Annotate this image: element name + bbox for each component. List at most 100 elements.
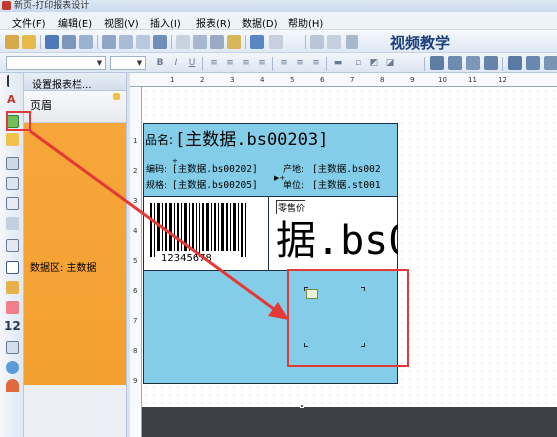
paste-icon[interactable]: [210, 35, 224, 49]
product-name-field[interactable]: [主数据.bs00203]: [175, 125, 328, 150]
window-title: 新页-打印报表设计: [14, 1, 90, 11]
line-style-icon[interactable]: ▬: [332, 57, 344, 69]
copy-icon[interactable]: [193, 35, 207, 49]
save-icon[interactable]: [45, 35, 59, 49]
menu-insert[interactable]: 插入(I): [150, 15, 181, 30]
ungroup-icon[interactable]: [327, 35, 341, 49]
band-data-area[interactable]: 数据区: 主数据: [24, 123, 126, 385]
standard-toolbar: [0, 31, 557, 53]
frame-tool-icon[interactable]: [6, 157, 19, 170]
barcode-tool-icon[interactable]: [6, 341, 19, 354]
same-height-icon[interactable]: [526, 56, 540, 70]
menu-file[interactable]: 文件(F): [12, 15, 46, 30]
justify-icon[interactable]: ≡: [256, 57, 268, 69]
band-page-header[interactable]: 页眉: [24, 91, 126, 123]
subreport-tool-icon[interactable]: [6, 197, 19, 210]
code-field[interactable]: [主数据.bs00202]: [172, 161, 258, 175]
line-tool-icon[interactable]: [6, 217, 19, 230]
band-footer-area: [24, 385, 126, 437]
new-icon[interactable]: [5, 35, 19, 49]
group-icon[interactable]: [310, 35, 324, 49]
valign-top-icon[interactable]: ≡: [278, 57, 290, 69]
menu-edit[interactable]: 编辑(E): [58, 15, 92, 30]
menu-report[interactable]: 报表(R): [196, 15, 231, 30]
toolbar-options-icon[interactable]: [346, 35, 358, 49]
border-icon[interactable]: ▫: [352, 57, 364, 69]
redo-icon[interactable]: [269, 35, 283, 49]
align-objects-left-icon[interactable]: [430, 56, 444, 70]
barcode-number: 12345678: [161, 253, 212, 264]
fill-color-icon[interactable]: ◩: [368, 57, 380, 69]
font-color-icon[interactable]: ◪: [384, 57, 396, 69]
menu-data[interactable]: 数据(D): [242, 15, 278, 30]
preview-icon[interactable]: [79, 35, 93, 49]
spec-field[interactable]: [主数据.bs00205]: [172, 177, 258, 191]
horizontal-ruler: 1 2 3 4 5 6 7 8 9 10 11 12: [130, 73, 557, 87]
underline-icon[interactable]: U: [186, 57, 198, 69]
spec-label: 规格:: [146, 181, 168, 191]
richtext-tool-icon[interactable]: [6, 239, 19, 252]
band-settings-header[interactable]: 设置报表栏...: [24, 73, 126, 91]
ruler-number: 2: [133, 167, 138, 175]
menu-bar: 文件(F) 编辑(E) 视图(V) 插入(I) 报表(R) 数据(D) 帮助(H…: [0, 12, 557, 30]
checkbox-tool-icon[interactable]: [6, 261, 19, 274]
valign-middle-icon[interactable]: ≡: [294, 57, 306, 69]
bold-icon[interactable]: B: [154, 57, 166, 69]
align-objects-center-icon[interactable]: [448, 56, 462, 70]
data-source-icon[interactable]: [136, 35, 150, 49]
page-bottom-handle[interactable]: [300, 404, 304, 408]
text-tool-icon[interactable]: A: [7, 93, 20, 106]
table-tool-icon[interactable]: [6, 177, 19, 190]
ruler-number: 8: [380, 76, 385, 84]
cut-icon[interactable]: [176, 35, 190, 49]
print-icon[interactable]: [153, 35, 167, 49]
unit-field[interactable]: [主数据.st001: [312, 177, 398, 191]
ruler-number: 4: [260, 76, 265, 84]
properties-icon[interactable]: [119, 35, 133, 49]
chevron-down-icon: ▼: [96, 59, 103, 67]
format-toolbar: ▼ ▼ B I U ≡ ≡ ≡ ≡ ≡ ≡ ≡ ▬ ▫ ◩ ◪: [0, 53, 557, 73]
ruler-number: 4: [133, 227, 138, 235]
align-objects-top-icon[interactable]: [484, 56, 498, 70]
menu-help[interactable]: 帮助(H): [288, 15, 323, 30]
same-width-icon[interactable]: [508, 56, 522, 70]
ruler-number: 11: [468, 76, 477, 84]
map-tool-icon[interactable]: [6, 361, 19, 374]
format-painter-icon[interactable]: [227, 35, 241, 49]
valign-bottom-icon[interactable]: ≡: [310, 57, 322, 69]
font-size-combo[interactable]: ▼: [110, 56, 146, 70]
origin-field[interactable]: [主数据.bs002: [312, 161, 398, 175]
ruler-number: 9: [133, 377, 138, 385]
ruler-number: 5: [133, 257, 138, 265]
gauge-tool-icon[interactable]: [6, 379, 19, 392]
align-center-icon[interactable]: ≡: [224, 57, 236, 69]
ruler-number: 1: [133, 137, 138, 145]
align-left-icon[interactable]: ≡: [208, 57, 220, 69]
page-setup-icon[interactable]: [102, 35, 116, 49]
undo-icon[interactable]: [250, 35, 264, 49]
code-label: 编码:: [146, 165, 168, 175]
align-objects-right-icon[interactable]: [466, 56, 480, 70]
watermark-text: 视频教学: [390, 34, 451, 52]
sparkline-tool-icon[interactable]: [6, 301, 19, 314]
italic-icon[interactable]: I: [170, 57, 182, 69]
align-right-icon[interactable]: ≡: [240, 57, 252, 69]
ruler-number: 7: [350, 76, 355, 84]
menu-view[interactable]: 视图(V): [104, 15, 139, 30]
price-field[interactable]: 据.bs0: [276, 217, 398, 265]
number-tool-icon[interactable]: 12: [4, 319, 21, 333]
pointer-icon[interactable]: [7, 75, 16, 87]
lock-icon: [113, 93, 120, 100]
barcode-image[interactable]: [148, 203, 258, 257]
price-label: 零售价: [276, 200, 306, 214]
font-name-combo[interactable]: ▼: [6, 56, 106, 70]
chart-tool-icon[interactable]: [6, 281, 19, 294]
shape-tool-icon[interactable]: [6, 133, 19, 146]
ruler-number: 7: [133, 317, 138, 325]
save-all-icon[interactable]: [62, 35, 76, 49]
origin-label: 产地:: [283, 165, 305, 175]
same-size-icon[interactable]: [544, 56, 557, 70]
ruler-number: 9: [410, 76, 415, 84]
ruler-number: 3: [230, 76, 235, 84]
open-icon[interactable]: [22, 35, 36, 49]
